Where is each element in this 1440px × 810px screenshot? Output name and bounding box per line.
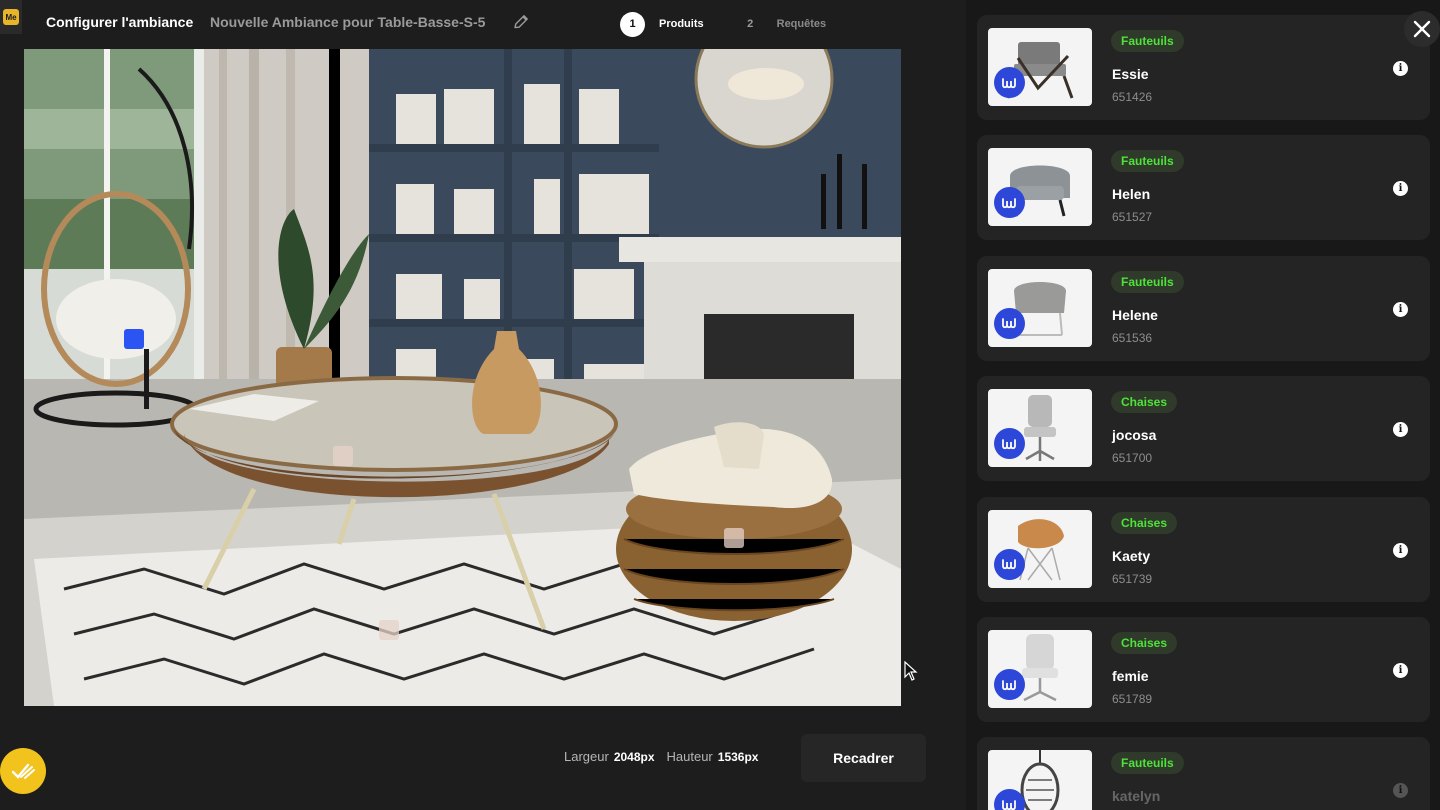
- info-icon[interactable]: i: [1393, 61, 1408, 76]
- product-card[interactable]: Chaises Kaety 651739 i: [977, 496, 1430, 602]
- brand-logo-icon: [994, 307, 1025, 339]
- product-thumbnail: [988, 750, 1092, 810]
- step-produits[interactable]: 1 Produits: [620, 11, 704, 37]
- product-reference: 651789: [1112, 692, 1153, 706]
- magic-wand-badge-icon[interactable]: [0, 748, 46, 794]
- hotspot-rug[interactable]: [379, 620, 399, 640]
- category-badge: Fauteuils: [1111, 150, 1184, 173]
- step-number: 2: [747, 18, 754, 30]
- category-badge: Fauteuils: [1111, 30, 1184, 52]
- product-thumbnail: [988, 148, 1092, 227]
- product-reference: 651536: [1112, 330, 1153, 345]
- step-requetes[interactable]: 2 Requêtes: [738, 12, 827, 37]
- step-label: Produits: [659, 18, 704, 30]
- category-badge: Chaises: [1111, 511, 1178, 534]
- hotspot-hanging-chair[interactable]: [124, 329, 144, 349]
- category-badge: Fauteuils: [1111, 752, 1184, 775]
- info-icon[interactable]: i: [1393, 301, 1408, 317]
- mouse-cursor-icon: [904, 661, 918, 681]
- brand-logo-icon: [994, 669, 1025, 700]
- info-icon[interactable]: i: [1393, 663, 1408, 678]
- product-name: jocosa: [1112, 427, 1157, 444]
- product-thumbnail: [988, 268, 1092, 347]
- brand-logo-icon: [994, 548, 1025, 580]
- ambiance-scene[interactable]: [24, 49, 901, 706]
- app-logo[interactable]: Me: [0, 0, 22, 34]
- step-number: 1: [620, 11, 645, 37]
- recrop-button[interactable]: Recadrer: [801, 734, 926, 782]
- product-card[interactable]: Fauteuils Essie 651426 i: [977, 15, 1430, 120]
- product-reference: 651739: [1112, 571, 1153, 586]
- hotspot-pouf[interactable]: [724, 528, 744, 548]
- close-icon: [1413, 20, 1431, 38]
- category-badge: Chaises: [1111, 391, 1178, 414]
- brand-logo-icon: [994, 789, 1025, 810]
- product-thumbnail: [988, 389, 1092, 468]
- product-name: femie: [1112, 668, 1149, 684]
- info-icon[interactable]: i: [1393, 783, 1408, 799]
- product-card[interactable]: Fauteuils Helen 651527 i: [977, 135, 1430, 241]
- stepper: 1 Produits 2 Requêtes: [620, 11, 826, 37]
- product-card[interactable]: Chaises jocosa 651700 i: [977, 376, 1430, 482]
- product-name: Helene: [1112, 306, 1158, 323]
- pencil-icon[interactable]: [512, 13, 530, 31]
- ambiance-name: Nouvelle Ambiance pour Table-Basse-S-5: [210, 14, 486, 30]
- product-name: Kaety: [1112, 547, 1151, 564]
- close-button[interactable]: [1404, 11, 1440, 47]
- info-icon[interactable]: i: [1393, 181, 1408, 197]
- product-name: Essie: [1112, 66, 1149, 82]
- info-icon[interactable]: i: [1393, 542, 1408, 558]
- height-label: Hauteur: [666, 749, 713, 764]
- image-dimensions: Largeur 2048px Hauteur 1536px: [564, 749, 758, 764]
- brand-logo-icon: [994, 67, 1025, 98]
- app-root: Me Configurer l'ambiance Nouvelle Ambian…: [0, 0, 1440, 810]
- scene-illustration: [24, 49, 901, 706]
- product-reference: 651527: [1112, 210, 1153, 225]
- width-label: Largeur: [564, 749, 609, 764]
- step-label: Requêtes: [776, 18, 827, 30]
- height-value: 1536px: [717, 749, 759, 764]
- category-badge: Chaises: [1111, 632, 1178, 654]
- product-thumbnail: [988, 630, 1092, 708]
- product-reference: 651700: [1112, 451, 1153, 466]
- product-card[interactable]: Fauteuils Helene 651536 i: [977, 255, 1430, 361]
- product-card[interactable]: Chaises femie 651789 i: [977, 617, 1430, 722]
- product-card[interactable]: Fauteuils katelyn i: [977, 737, 1430, 810]
- product-thumbnail: [988, 509, 1092, 588]
- hotspot-coffee-table[interactable]: [333, 446, 353, 466]
- logo-mark: Me: [3, 9, 19, 25]
- product-reference: 651426: [1112, 90, 1153, 104]
- category-badge: Fauteuils: [1111, 270, 1184, 293]
- product-name: katelyn: [1112, 788, 1161, 805]
- width-value: 2048px: [613, 749, 655, 764]
- info-icon[interactable]: i: [1393, 422, 1408, 438]
- brand-logo-icon: [994, 428, 1025, 460]
- product-name: Helen: [1112, 186, 1151, 203]
- page-title: Configurer l'ambiance: [46, 14, 194, 30]
- product-thumbnail: [988, 28, 1092, 106]
